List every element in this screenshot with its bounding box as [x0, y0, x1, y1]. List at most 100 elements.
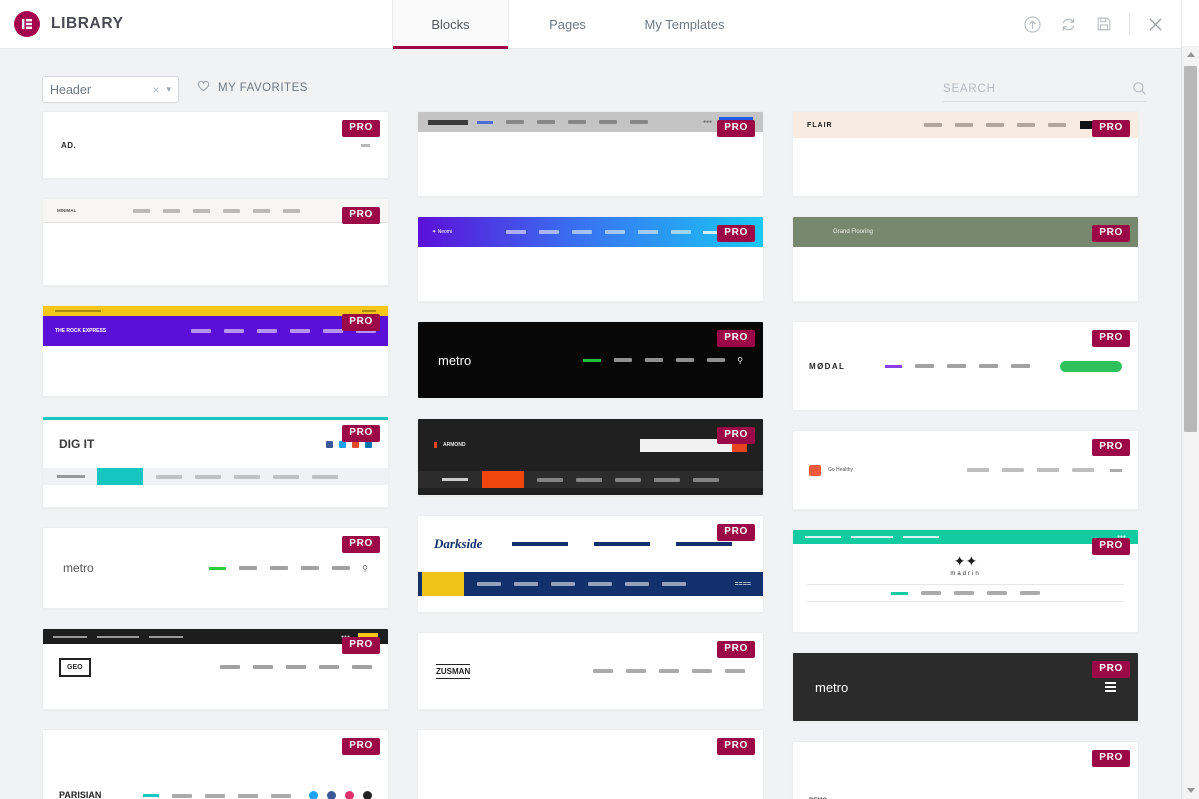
thumb-logo: Grand Flooring	[833, 229, 874, 235]
thumb: ✦ Neomi	[418, 217, 763, 247]
madrin-mark-icon: ✦✦	[953, 553, 978, 569]
my-favorites-filter[interactable]: MY FAVORITES	[197, 80, 308, 95]
thumb: THE ROCK EXPRESS	[43, 306, 388, 346]
template-card-metro-black-header[interactable]: metro PRO	[792, 652, 1139, 722]
pro-badge: PRO	[342, 425, 380, 442]
thumb-logo: metro	[438, 352, 472, 368]
template-card-green-flooring-header[interactable]: Grand Flooring PRO	[792, 216, 1139, 302]
divider	[1129, 14, 1130, 34]
templates-column-3: FLAIR PRO Grand Flooring PRO MØDAL PRO Go…	[792, 111, 1139, 799]
pro-badge: PRO	[1092, 439, 1130, 456]
thumb-logo: ARMOND	[434, 442, 466, 448]
thumb: MINIMAL	[43, 199, 388, 223]
template-card-parisian-header[interactable]: PARISIAN PRO	[42, 729, 389, 799]
thumb-logo: THE ROCK EXPRESS	[55, 328, 107, 334]
pro-badge: PRO	[717, 524, 755, 541]
template-card-light-bottom-header[interactable]: DEMO PRO	[792, 741, 1139, 799]
templates-column-2: ●●● PRO ✦ Neomi PRO metro ⚲ PRO ARMOND PR…	[417, 111, 764, 799]
vertical-scrollbar[interactable]	[1181, 0, 1199, 799]
thumb-logo: Darkside	[434, 536, 483, 551]
search-icon[interactable]	[1132, 81, 1147, 96]
pro-badge: PRO	[717, 225, 755, 242]
thumb: metro ⚲	[63, 561, 368, 575]
pro-badge: PRO	[1092, 538, 1130, 555]
template-card-metro-light-header[interactable]: metro ⚲ PRO	[42, 527, 389, 609]
thumb: PARISIAN	[43, 730, 388, 799]
template-card-minimal-light-header[interactable]: MINIMAL PRO	[42, 198, 389, 286]
thumb: DEMO	[793, 742, 1138, 799]
scrollbar-thumb[interactable]	[1184, 66, 1197, 432]
pro-badge: PRO	[342, 120, 380, 137]
thumb-logo: GEO	[59, 657, 91, 677]
thumb-nav	[159, 793, 291, 798]
sync-icon[interactable]	[1050, 0, 1086, 49]
template-card-ad-header[interactable]: AD. PRO	[42, 111, 389, 179]
category-select[interactable]: Header × ▾	[42, 76, 179, 103]
pro-badge: PRO	[717, 738, 755, 755]
scroll-down-arrow-icon[interactable]	[1182, 782, 1199, 799]
thumb-nav	[120, 208, 301, 213]
thumb	[418, 730, 763, 799]
template-card-redbird-header[interactable]: Go Healthy PRO	[792, 430, 1139, 510]
thumb-logo: metro	[63, 561, 94, 575]
pro-badge: PRO	[1092, 661, 1130, 678]
thumb-nav	[464, 582, 686, 586]
thumb: Darkside ====	[418, 516, 763, 596]
template-card-geo-header[interactable]: ●●● GEO PRO	[42, 628, 389, 710]
hamburger-icon	[1105, 682, 1116, 692]
close-icon[interactable]	[1137, 0, 1173, 49]
template-type-tabs: Blocks Pages My Templates	[392, 0, 743, 49]
template-card-blank-header[interactable]: PRO	[417, 729, 764, 799]
template-card-armond-header[interactable]: ARMOND PRO	[417, 418, 764, 496]
template-card-grey-topbar-header[interactable]: ●●● PRO	[417, 111, 764, 197]
thumb-nav	[601, 358, 726, 362]
pro-badge: PRO	[717, 120, 755, 137]
my-favorites-label: MY FAVORITES	[218, 81, 308, 94]
tab-pages-label: Pages	[549, 16, 586, 32]
template-card-flair-header[interactable]: FLAIR PRO	[792, 111, 1139, 197]
template-card-metro-dark-header[interactable]: metro ⚲ PRO	[417, 321, 764, 399]
templates-scroll-area[interactable]: AD. PRO MINIMAL PRO THE ROCK EXPRESS PRO…	[0, 111, 1181, 799]
thumb-nav	[143, 474, 338, 479]
template-card-digit-header[interactable]: DIG IT PRO	[42, 416, 389, 508]
search-input[interactable]	[943, 82, 1132, 95]
library-modal: LIBRARY Blocks Pages My Templates Header…	[0, 0, 1199, 799]
thumb-nav	[902, 364, 1031, 368]
search-box[interactable]	[943, 76, 1147, 102]
templates-column-1: AD. PRO MINIMAL PRO THE ROCK EXPRESS PRO…	[42, 111, 389, 799]
template-card-darkside-header[interactable]: Darkside ==== PRO	[417, 515, 764, 613]
save-icon[interactable]	[1086, 0, 1122, 49]
thumb-logo: Go Healthy	[828, 467, 854, 473]
template-card-madrin-header[interactable]: ●●● ✦✦ madrin PRO	[792, 529, 1139, 633]
template-card-gradient-header[interactable]: ✦ Neomi PRO	[417, 216, 764, 302]
thumb-logo: PARISIAN	[59, 790, 102, 799]
template-card-purple-yellow-header[interactable]: THE ROCK EXPRESS PRO	[42, 305, 389, 397]
chevron-down-icon: ▾	[166, 84, 171, 94]
templates-grid: AD. PRO MINIMAL PRO THE ROCK EXPRESS PRO…	[0, 111, 1181, 799]
thumb-logo: ZUSMAN	[436, 663, 471, 679]
pro-badge: PRO	[342, 738, 380, 755]
thumb-nav	[493, 120, 648, 124]
template-card-zusman-header[interactable]: ZUSMAN PRO	[417, 632, 764, 710]
thumb: DIG IT	[43, 417, 388, 485]
tab-blocks[interactable]: Blocks	[392, 0, 509, 49]
thumb-nav	[908, 591, 1040, 595]
thumb-nav	[207, 665, 372, 669]
pro-badge: PRO	[717, 330, 755, 347]
header-actions	[1014, 0, 1181, 48]
thumb: ●●● GEO	[43, 629, 388, 690]
upload-icon[interactable]	[1014, 0, 1050, 49]
tab-pages[interactable]: Pages	[509, 0, 626, 48]
scroll-up-arrow-icon[interactable]	[1182, 46, 1199, 63]
thumb-logo: madrin	[950, 571, 981, 577]
thumb: metro	[793, 653, 1138, 721]
thumb-logo: metro	[815, 679, 849, 695]
brand: LIBRARY	[0, 0, 392, 48]
template-card-modal-header[interactable]: MØDAL PRO	[792, 321, 1139, 411]
pro-badge: PRO	[1092, 330, 1130, 347]
tab-my-templates[interactable]: My Templates	[626, 0, 743, 48]
thumb: ●●● ✦✦ madrin	[793, 530, 1138, 602]
thumb-nav	[580, 669, 745, 673]
clear-icon[interactable]: ×	[152, 83, 159, 97]
thumb-nav	[954, 468, 1094, 472]
